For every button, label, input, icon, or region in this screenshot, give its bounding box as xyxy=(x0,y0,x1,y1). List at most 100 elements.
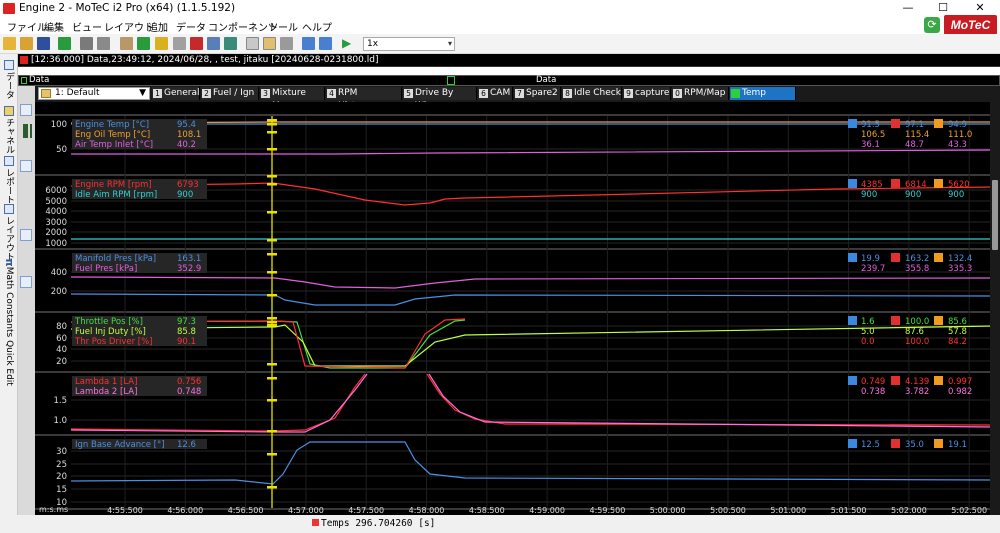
export-icon[interactable] xyxy=(155,37,168,50)
worksheet-select[interactable]: 1: Default ▼ xyxy=(38,87,150,100)
avg-marker-icon xyxy=(934,316,943,325)
tab-drive-by-wire[interactable]: 5Drive By Wire xyxy=(403,87,477,111)
menu-tools[interactable]: ツール xyxy=(268,19,298,34)
print-icon[interactable] xyxy=(80,37,93,50)
channel-cursor-value: 97.3 xyxy=(177,317,196,327)
x-tick-label: 5:02.500 xyxy=(951,506,987,515)
tab-number: 0 xyxy=(673,89,682,98)
tab-number: 5 xyxy=(404,89,413,98)
side-tab-layout[interactable]: レイアウト xyxy=(2,204,16,261)
channel-cursor-value: 108.1 xyxy=(177,130,201,140)
close-button[interactable]: ✕ xyxy=(970,1,990,14)
cursor-marker xyxy=(267,377,277,380)
channel-stat-max: 100.0 xyxy=(905,317,929,327)
tab-idle-check[interactable]: 8 Idle Check xyxy=(562,87,622,100)
y-tick-label: 2000 xyxy=(45,228,67,238)
menu-layout[interactable]: レイアウト xyxy=(104,19,154,34)
tab-mixture-map[interactable]: 3Mixture Map xyxy=(260,87,325,111)
chart-icon[interactable] xyxy=(224,37,237,50)
playback-speed-select[interactable]: 1x ▾ xyxy=(363,37,455,51)
range-marker-left[interactable] xyxy=(21,77,27,84)
window-title: Engine 2 - MoTeC i2 Pro (x64) (1.1.5.192… xyxy=(19,2,236,14)
range-marker[interactable] xyxy=(447,76,455,85)
graph-canvas[interactable]: 1005060005000400030002000100040020080604… xyxy=(35,102,995,515)
tab-number: 9 xyxy=(624,89,633,98)
channel-name: Idle Aim RPM [rpm] xyxy=(75,190,157,200)
x-tick-label: 5:01.500 xyxy=(831,506,867,515)
channel-stat-avg: 0.982 xyxy=(948,387,972,397)
side-tab-channels[interactable]: チャネル xyxy=(2,106,16,154)
minimize-button[interactable]: — xyxy=(898,1,918,14)
menu-help[interactable]: ヘルプ xyxy=(302,19,332,34)
scrollbar-thumb[interactable] xyxy=(992,180,998,250)
avg-marker-icon xyxy=(934,439,943,448)
max-marker-icon xyxy=(891,316,900,325)
menu-data[interactable]: データ xyxy=(176,19,206,34)
panel-button-icon[interactable] xyxy=(20,104,32,116)
time-series-graph[interactable]: 100 50 6000 5000 4000 3000 2000 1000 400 200 80 60 4… xyxy=(35,102,995,515)
play-icon[interactable]: ▶ xyxy=(342,37,355,50)
zoom-fit-icon[interactable] xyxy=(280,37,293,50)
grid-view-icon[interactable] xyxy=(246,37,259,50)
cursor-marker xyxy=(267,119,277,122)
channel-stat-avg: 84.2 xyxy=(948,337,967,347)
print-preview-icon[interactable] xyxy=(97,37,110,50)
y-tick-label: 50 xyxy=(56,145,67,155)
edit-icon[interactable] xyxy=(120,37,133,50)
download-icon[interactable] xyxy=(58,37,71,50)
tab-rpm-map[interactable]: 0 RPM/Map xyxy=(672,87,729,100)
panel-button-icon[interactable] xyxy=(20,160,32,172)
panel-button-icon[interactable] xyxy=(20,229,32,241)
trace-manifold-pres xyxy=(70,293,994,306)
panel-separator xyxy=(35,311,995,313)
vertical-scrollbar[interactable] xyxy=(990,102,1000,515)
max-marker-icon xyxy=(891,253,900,262)
data-range-bar[interactable]: Data Data xyxy=(18,75,1000,86)
channel-stat-min: 1.6 xyxy=(861,317,875,327)
restore-icon[interactable]: ⟳ xyxy=(924,17,940,33)
cursor-marker xyxy=(267,294,277,297)
pause-bar-icon xyxy=(30,124,32,138)
channel-name: Throttle Pos [%] xyxy=(74,317,143,327)
y-tick-label: 20 xyxy=(56,357,67,367)
open-data-icon[interactable] xyxy=(20,37,33,50)
tab-fuel-ign[interactable]: 2 Fuel / Ign xyxy=(201,87,259,100)
tab-general[interactable]: 1 General xyxy=(152,87,200,100)
x-tick-label: 5:00.500 xyxy=(710,506,746,515)
overlay-icon[interactable] xyxy=(263,37,276,50)
tab-cam[interactable]: 6 CAM xyxy=(478,87,513,100)
side-tab-data[interactable]: データ xyxy=(2,60,16,99)
next-icon[interactable] xyxy=(319,37,332,50)
tab-spare2[interactable]: 7 Spare2 xyxy=(514,87,561,100)
record-icon[interactable] xyxy=(190,37,203,50)
channel-stat-avg: 111.0 xyxy=(948,130,972,140)
report-icon[interactable] xyxy=(207,37,220,50)
cursor-marker xyxy=(267,211,277,214)
tab-rpm-histogram[interactable]: 4RPM Histogram xyxy=(326,87,402,111)
maximize-button[interactable]: ☐ xyxy=(933,1,953,14)
side-tab-report[interactable]: レポート xyxy=(2,156,16,204)
menu-view[interactable]: ビュー xyxy=(72,19,102,34)
min-marker-icon xyxy=(848,119,857,128)
save-icon[interactable] xyxy=(37,37,50,50)
previous-icon[interactable] xyxy=(302,37,315,50)
tab-temp[interactable]: Temp xyxy=(730,87,796,100)
menu-edit[interactable]: 編集 xyxy=(44,19,64,34)
tab-capture[interactable]: 9 capture xyxy=(623,87,671,100)
channel-stat-min: 4385 xyxy=(861,180,883,190)
open-folder-icon[interactable] xyxy=(3,37,16,50)
avg-marker-icon xyxy=(934,376,943,385)
y-tick-label: 3000 xyxy=(45,218,67,228)
menu-file[interactable]: ファイル xyxy=(7,19,47,34)
info-text: [12:36.000] Data,23:49:12, 2024/06/28, ,… xyxy=(31,55,379,65)
channel-stat-avg: 5620 xyxy=(948,180,970,190)
panel-button-icon[interactable] xyxy=(20,276,32,288)
excel-icon[interactable] xyxy=(137,37,150,50)
cursor-marker xyxy=(267,453,277,456)
table-icon[interactable] xyxy=(173,37,186,50)
x-axis-unit: m:s.ms xyxy=(39,505,68,514)
channel-stat-avg: 19.1 xyxy=(948,440,967,450)
pause-icon[interactable] xyxy=(23,124,28,138)
side-tab-math[interactable]: πMath Constants Quick Edit xyxy=(2,258,16,386)
menu-add[interactable]: 追加 xyxy=(148,19,168,34)
